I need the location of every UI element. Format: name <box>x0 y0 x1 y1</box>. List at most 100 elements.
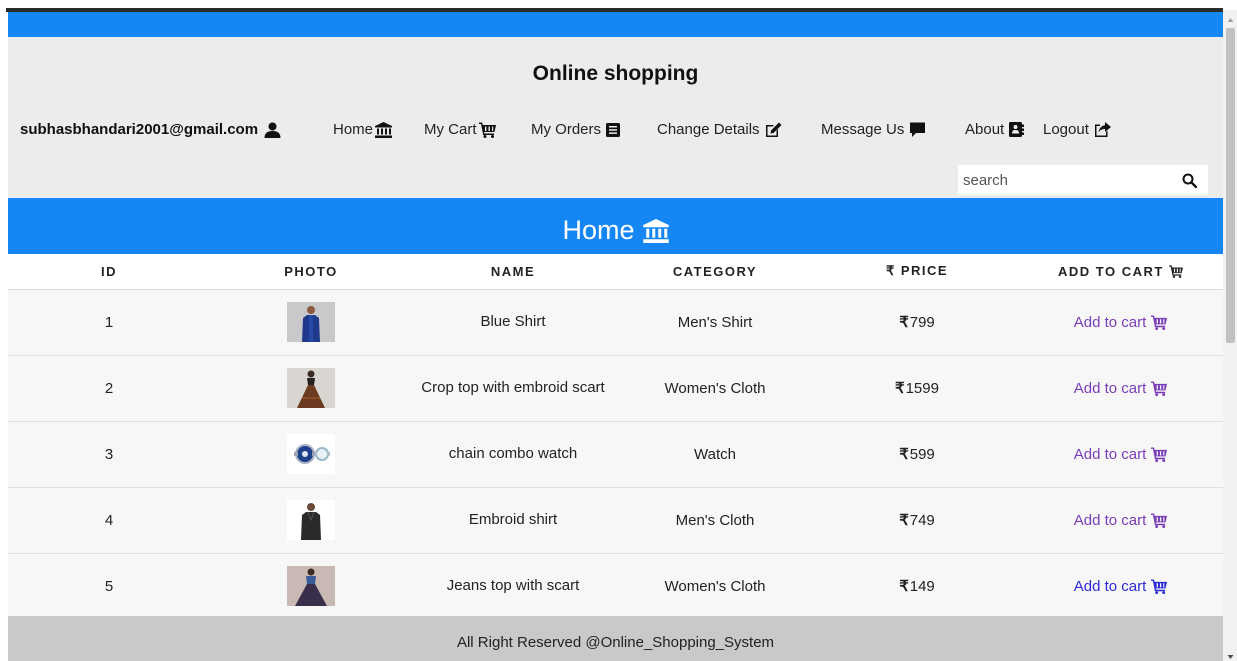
add-to-cart-link[interactable]: Add to cart <box>1074 512 1168 529</box>
site-header: Online shopping subhasbhandari2001@gmail… <box>8 37 1223 198</box>
nav-logout[interactable]: Logout <box>1043 121 1111 138</box>
cell-photo <box>210 487 412 554</box>
cell-photo <box>210 289 412 356</box>
site-title: Online shopping <box>532 62 699 85</box>
add-to-cart-link[interactable]: Add to cart <box>1074 446 1168 463</box>
nav-my-cart-label: My Cart <box>424 121 477 138</box>
blue-shirt-photo <box>287 302 335 342</box>
cell-price: ₹749 <box>816 487 1018 554</box>
table-row: 3 chain combo watch Watch ₹ 599 Add to c… <box>8 421 1223 488</box>
cell-name: Blue Shirt <box>412 289 614 356</box>
header-photo: PHOTO <box>210 254 412 290</box>
nav-change-details-label: Change Details <box>657 121 760 138</box>
cell-name: Embroid shirt <box>412 487 614 554</box>
nav-home[interactable]: Home <box>333 121 393 138</box>
top-accent-bar <box>8 12 1223 37</box>
cell-category: Women's Cloth <box>614 355 816 422</box>
cart-icon <box>1151 578 1168 594</box>
user-email: subhasbhandari2001@gmail.com <box>20 121 259 138</box>
header-category: CATEGORY <box>614 254 816 290</box>
header-id: ID <box>8 254 210 290</box>
crop-top-photo <box>287 368 335 408</box>
rupee-symbol: ₹ <box>899 446 909 463</box>
cart-icon <box>1169 265 1183 278</box>
table-row: 1 Blue Shirt Men's Shirt ₹799 Add to car… <box>8 289 1223 356</box>
header-add-to-cart-label: ADD TO CART <box>1058 263 1164 279</box>
bank-icon <box>642 218 669 243</box>
cell-id: 2 <box>8 355 210 422</box>
price-value: 749 <box>909 511 935 529</box>
cell-action: Add to cart <box>1018 355 1223 422</box>
nav-message-us[interactable]: Message Us <box>821 121 926 138</box>
nav-my-orders[interactable]: My Orders <box>531 121 621 138</box>
share-square-icon <box>1094 121 1111 138</box>
scroll-up-arrow-icon[interactable] <box>1226 12 1235 22</box>
price-value: 1599 <box>905 379 939 397</box>
comment-icon <box>909 122 926 138</box>
bank-icon <box>375 121 393 138</box>
price-value: 599 <box>909 445 935 463</box>
edit-icon <box>765 122 782 138</box>
nav-my-cart[interactable]: My Cart <box>424 121 496 138</box>
table-row: 4 Embroid shirt Men's Cloth ₹749 Add to … <box>8 487 1223 554</box>
rupee-symbol: ₹ <box>899 512 909 529</box>
scrollbar-thumb[interactable] <box>1226 28 1235 343</box>
cell-name: Crop top with embroid scart <box>412 355 614 422</box>
cell-category: Women's Cloth <box>614 553 816 620</box>
add-to-cart-label: Add to cart <box>1073 445 1147 463</box>
user-icon <box>264 122 281 138</box>
rupee-symbol: ₹ <box>895 380 905 397</box>
add-to-cart-label: Add to cart <box>1073 313 1147 331</box>
cell-action: Add to cart <box>1018 289 1223 356</box>
nav-message-us-label: Message Us <box>821 121 905 138</box>
cell-action: Add to cart <box>1018 421 1223 488</box>
cell-category: Men's Shirt <box>614 289 816 356</box>
nav-home-label: Home <box>333 121 374 138</box>
list-alt-icon <box>606 122 621 137</box>
cell-price: ₹1599 <box>816 355 1018 422</box>
nav-logout-label: Logout <box>1043 121 1089 138</box>
search-form <box>958 165 1208 195</box>
add-to-cart-link[interactable]: Add to cart <box>1074 314 1168 331</box>
footer-copyright: All Right Reserved @Online_Shopping_Syst… <box>456 634 775 651</box>
cell-photo <box>210 355 412 422</box>
cart-icon <box>1151 380 1168 396</box>
products-table: ID PHOTO NAME CATEGORY ₹ PRICE ADD TO CA… <box>8 254 1223 620</box>
cell-action: Add to cart <box>1018 487 1223 554</box>
nav-user-account[interactable]: subhasbhandari2001@gmail.com <box>20 121 281 138</box>
table-row: 5 Jeans top with scart Women's Cloth ₹14… <box>8 553 1223 620</box>
header-name: NAME <box>412 254 614 290</box>
page-banner: Home <box>8 198 1223 254</box>
cell-price: ₹149 <box>816 553 1018 620</box>
products-table-wrapper: ID PHOTO NAME CATEGORY ₹ PRICE ADD TO CA… <box>8 254 1223 620</box>
jeans-top-photo <box>287 566 335 606</box>
add-to-cart-label: Add to cart <box>1073 577 1147 595</box>
scroll-down-arrow-icon[interactable] <box>1226 649 1235 659</box>
price-value: 149 <box>909 577 935 595</box>
cell-id: 5 <box>8 553 210 620</box>
cart-icon <box>478 122 496 138</box>
search-button[interactable] <box>1170 165 1208 195</box>
main-nav: subhasbhandari2001@gmail.com Home My Car… <box>8 121 1223 143</box>
search-icon <box>1182 173 1197 188</box>
cell-id: 1 <box>8 289 210 356</box>
site-footer: All Right Reserved @Online_Shopping_Syst… <box>8 616 1223 661</box>
address-book-icon <box>1009 122 1025 137</box>
search-input[interactable] <box>958 165 1170 195</box>
embroid-shirt-photo <box>287 500 335 540</box>
nav-about[interactable]: About <box>965 121 1025 138</box>
cell-photo <box>210 553 412 620</box>
cell-category: Watch <box>614 421 816 488</box>
rupee-symbol: ₹ <box>899 314 909 331</box>
add-to-cart-link[interactable]: Add to cart <box>1074 578 1168 595</box>
add-to-cart-label: Add to cart <box>1073 511 1147 529</box>
add-to-cart-link[interactable]: Add to cart <box>1074 380 1168 397</box>
cell-price: ₹799 <box>816 289 1018 356</box>
nav-change-details[interactable]: Change Details <box>657 121 782 138</box>
rupee-symbol: ₹ <box>899 578 909 595</box>
cell-price: ₹599 <box>816 421 1018 488</box>
add-to-cart-label: Add to cart <box>1073 379 1147 397</box>
page-title: Home <box>562 215 635 245</box>
price-value: 799 <box>909 313 935 331</box>
cart-icon <box>1151 446 1168 462</box>
